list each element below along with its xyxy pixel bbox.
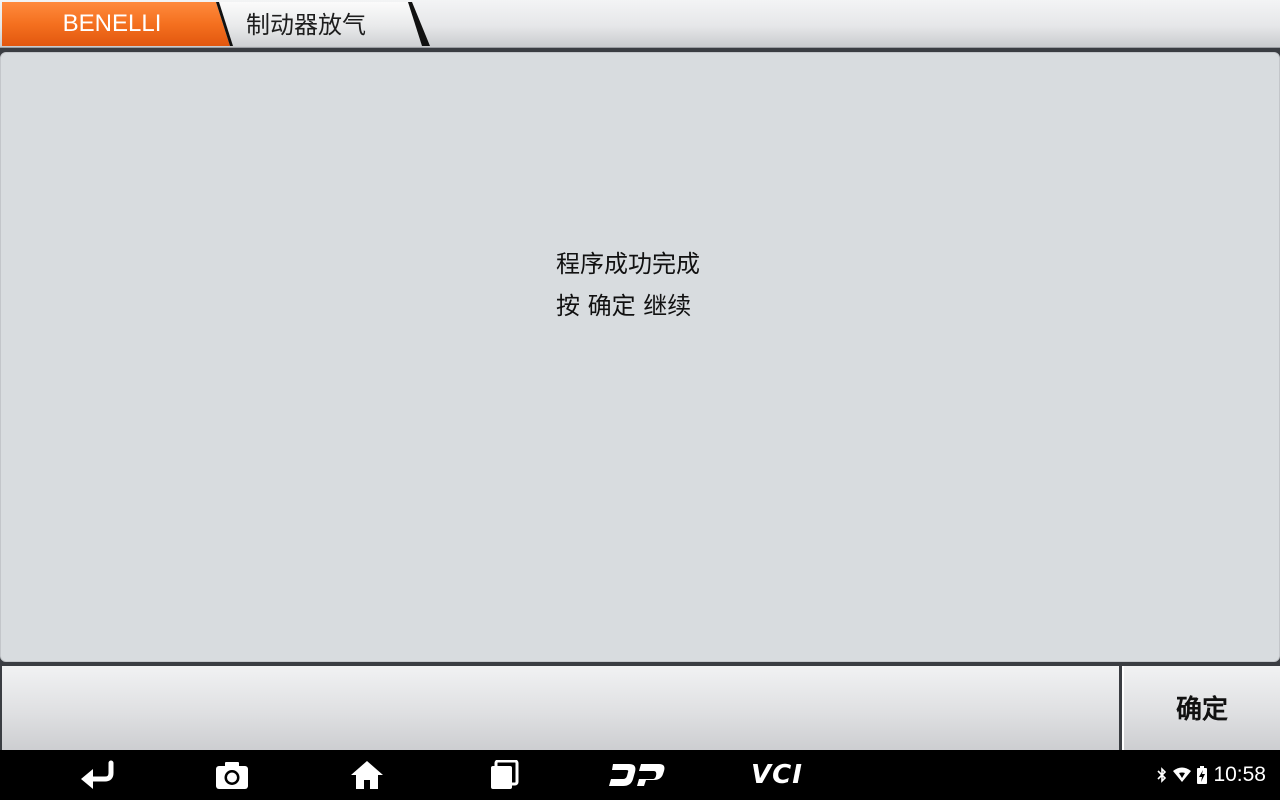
back-arrow-glyph bbox=[81, 760, 114, 789]
home-icon[interactable] bbox=[332, 750, 402, 800]
action-bar-spacer bbox=[2, 666, 1119, 750]
back-icon[interactable] bbox=[62, 750, 132, 800]
status-bar: 10:58 bbox=[1157, 750, 1266, 800]
ok-button[interactable]: 确定 bbox=[1122, 666, 1280, 750]
content-panel bbox=[0, 52, 1280, 662]
recent-apps-glyph bbox=[491, 760, 519, 789]
home-glyph bbox=[351, 761, 383, 789]
wifi-icon bbox=[1173, 767, 1192, 782]
breadcrumb-brand-label: BENELLI bbox=[62, 10, 162, 37]
camera-glyph bbox=[216, 762, 248, 789]
camera-icon[interactable] bbox=[197, 750, 267, 800]
bluetooth-icon bbox=[1157, 767, 1167, 783]
breadcrumb-page-tab[interactable]: 制动器放气 bbox=[216, 2, 436, 46]
battery-icon bbox=[1197, 766, 1208, 784]
dp-logo-icon[interactable] bbox=[603, 750, 673, 800]
action-bar: 确定 bbox=[0, 664, 1280, 750]
message-line-1: 程序成功完成 bbox=[556, 250, 700, 278]
vci-icon[interactable]: VCI bbox=[739, 750, 815, 800]
status-message: 程序成功完成 按 确定 继续 bbox=[556, 243, 700, 327]
system-nav-bar: VCI 10:58 bbox=[0, 750, 1280, 800]
breadcrumb-page-label: 制动器放气 bbox=[246, 11, 366, 39]
message-line-2: 按 确定 继续 bbox=[556, 292, 692, 320]
clock: 10:58 bbox=[1213, 763, 1266, 786]
vci-label: VCI bbox=[751, 760, 803, 790]
recent-apps-icon[interactable] bbox=[469, 750, 539, 800]
dp-glyph bbox=[609, 764, 665, 786]
breadcrumb-brand-tab[interactable]: BENELLI bbox=[2, 2, 238, 46]
breadcrumb: BENELLI 制动器放气 bbox=[0, 0, 1280, 48]
